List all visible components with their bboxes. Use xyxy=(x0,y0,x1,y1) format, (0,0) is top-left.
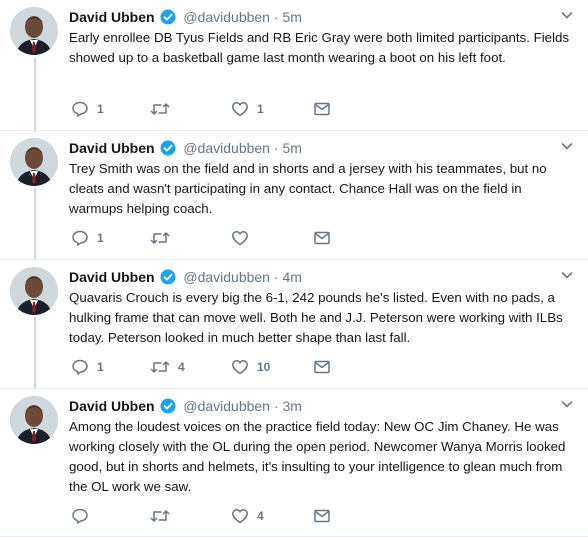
retweet-button[interactable] xyxy=(150,506,178,526)
reply-icon xyxy=(72,359,88,375)
avatar-image-icon xyxy=(10,138,58,186)
chevron-down-icon[interactable] xyxy=(560,267,574,287)
envelope-icon xyxy=(314,102,330,116)
reply-count: 1 xyxy=(97,231,104,245)
verified-badge-icon xyxy=(160,398,176,419)
tweet[interactable]: David Ubben @davidubben · 3m Among the l… xyxy=(0,389,588,537)
tweet-text: Among the loudest voices on the practice… xyxy=(69,419,566,494)
tweet-header: David Ubben @davidubben · 3m xyxy=(69,396,576,416)
direct-message-button[interactable] xyxy=(313,228,331,248)
author-name[interactable]: David Ubben xyxy=(69,398,155,414)
like-count: 10 xyxy=(257,360,271,374)
author-handle[interactable]: @davidubben xyxy=(183,140,270,156)
tweet-header: David Ubben @davidubben · 4m xyxy=(69,267,576,287)
author-name[interactable]: David Ubben xyxy=(69,140,155,156)
reply-count: 1 xyxy=(97,360,104,374)
timestamp[interactable]: 5m xyxy=(282,9,301,25)
separator-dot: · xyxy=(273,140,279,156)
timestamp[interactable]: 3m xyxy=(282,398,301,414)
avatar-image-icon xyxy=(10,267,58,315)
avatar-image-icon xyxy=(10,7,58,55)
like-count: 1 xyxy=(257,102,264,116)
retweet-icon xyxy=(150,510,170,522)
verified-badge-icon xyxy=(160,140,176,161)
avatar[interactable] xyxy=(10,138,58,186)
retweet-icon xyxy=(150,232,170,244)
avatar-image-icon xyxy=(10,396,58,444)
direct-message-button[interactable] xyxy=(313,99,331,119)
like-count: 4 xyxy=(257,509,264,523)
tweet-text: Early enrollee DB Tyus Fields and RB Eri… xyxy=(69,30,570,65)
heart-icon xyxy=(232,360,248,375)
reply-count: 1 xyxy=(97,102,104,116)
tweet-header: David Ubben @davidubben · 5m xyxy=(69,7,576,27)
author-handle[interactable]: @davidubben xyxy=(183,9,270,25)
author-handle[interactable]: @davidubben xyxy=(183,398,270,414)
reply-icon xyxy=(72,101,88,117)
avatar[interactable] xyxy=(10,267,58,315)
direct-message-button[interactable] xyxy=(313,506,331,526)
like-button[interactable] xyxy=(231,228,257,248)
tweet-text: Quavaris Crouch is every big the 6-1, 24… xyxy=(69,290,563,345)
timestamp[interactable]: 5m xyxy=(282,140,301,156)
heart-icon xyxy=(232,231,248,246)
author-handle[interactable]: @davidubben xyxy=(183,269,270,285)
author-name[interactable]: David Ubben xyxy=(69,269,155,285)
chevron-down-icon[interactable] xyxy=(560,396,574,416)
chevron-down-icon[interactable] xyxy=(560,138,574,158)
reply-button[interactable]: 1 xyxy=(71,357,104,377)
like-button[interactable]: 10 xyxy=(231,357,270,377)
reply-icon xyxy=(72,230,88,246)
envelope-icon xyxy=(314,231,330,245)
verified-badge-icon xyxy=(160,269,176,290)
envelope-icon xyxy=(314,509,330,523)
verified-badge-icon xyxy=(160,9,176,30)
like-button[interactable]: 4 xyxy=(231,506,264,526)
envelope-icon xyxy=(314,360,330,374)
chevron-down-icon[interactable] xyxy=(560,7,574,27)
direct-message-button[interactable] xyxy=(313,357,331,377)
retweet-count: 4 xyxy=(178,360,185,374)
reply-button[interactable]: 1 xyxy=(71,228,104,248)
tweet[interactable]: David Ubben @davidubben · 5m Early enrol… xyxy=(0,0,588,131)
tweet[interactable]: David Ubben @davidubben · 4m Quavaris Cr… xyxy=(0,260,588,389)
reply-button[interactable]: 1 xyxy=(71,99,104,119)
separator-dot: · xyxy=(273,269,279,285)
timestamp[interactable]: 4m xyxy=(282,269,301,285)
separator-dot: · xyxy=(273,9,279,25)
tweet-text: Trey Smith was on the field and in short… xyxy=(69,161,547,216)
retweet-icon xyxy=(150,361,170,373)
like-button[interactable]: 1 xyxy=(231,99,264,119)
avatar[interactable] xyxy=(10,396,58,444)
heart-icon xyxy=(232,509,248,524)
tweet-header: David Ubben @davidubben · 5m xyxy=(69,138,576,158)
reply-icon xyxy=(72,508,88,524)
reply-button[interactable] xyxy=(71,506,97,526)
heart-icon xyxy=(232,102,248,117)
avatar[interactable] xyxy=(10,7,58,55)
retweet-icon xyxy=(150,103,170,115)
tweet[interactable]: David Ubben @davidubben · 5m Trey Smith … xyxy=(0,131,588,260)
author-name[interactable]: David Ubben xyxy=(69,9,155,25)
retweet-button[interactable] xyxy=(150,99,178,119)
retweet-button[interactable] xyxy=(150,228,178,248)
separator-dot: · xyxy=(273,398,279,414)
retweet-button[interactable]: 4 xyxy=(150,357,185,377)
